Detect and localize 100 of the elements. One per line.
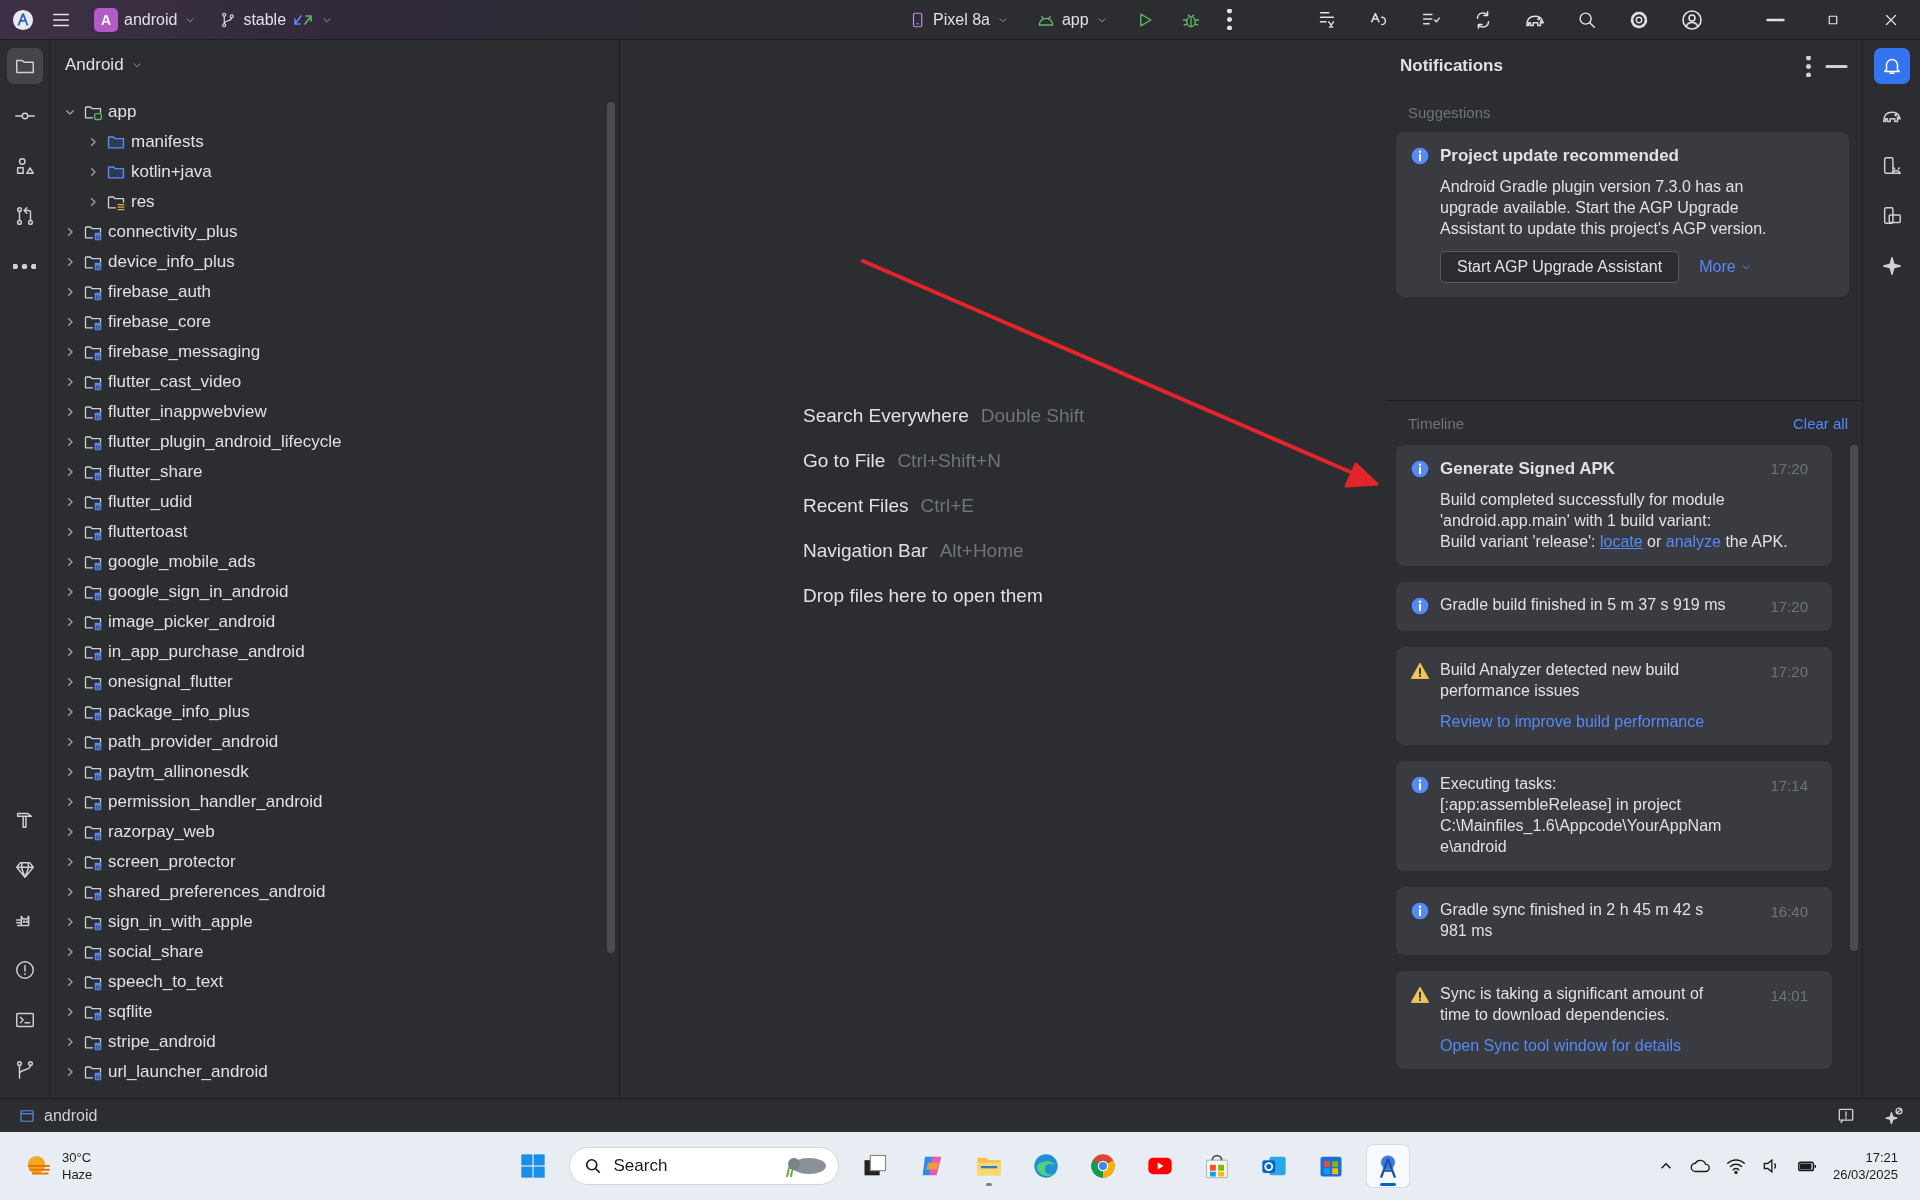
more-icon — [13, 263, 36, 269]
four-squares-icon — [518, 1152, 547, 1180]
options-button[interactable] — [1806, 55, 1811, 77]
notification-time: 17:20 — [1769, 662, 1808, 682]
account-icon — [1680, 7, 1704, 32]
taskbar-search-field[interactable]: Search — [568, 1147, 839, 1185]
exclamation-circle-icon — [13, 959, 36, 981]
scrollbar[interactable] — [1850, 445, 1858, 951]
tree-item[interactable]: fluttertoast — [108, 522, 188, 542]
run-configuration-selector[interactable]: app — [1029, 5, 1115, 34]
project-selector[interactable]: A android — [88, 3, 204, 36]
tree-item[interactable]: flutter_plugin_android_lifecycle — [108, 432, 342, 452]
wave-icon — [1031, 1152, 1060, 1180]
tree-item[interactable]: res — [131, 192, 155, 212]
notification-text: Gradle sync finished in 2 h 45 m 42 s 981 ms — [1440, 900, 1705, 941]
ai-status-button[interactable] — [1884, 1105, 1904, 1126]
tree-item[interactable]: flutter_share — [108, 462, 203, 482]
notification-text: Executing tasks: [:app:assembleRelease] in project C:\Mainfiles_1.6\Appcode\YourAppName\android — [1440, 774, 1723, 857]
notification-title: Project update recommended — [1440, 145, 1680, 167]
tree-item[interactable]: onesignal_flutter — [108, 672, 233, 692]
app-logo-icon — [12, 8, 34, 31]
folder-tool-button[interactable] — [6, 48, 43, 84]
status-project[interactable]: android — [44, 1106, 98, 1125]
weather-temperature: 30°C — [62, 1149, 93, 1166]
tree-item[interactable]: device_info_plus — [108, 252, 235, 272]
tree-item[interactable]: razorpay_web — [108, 822, 215, 842]
info-icon — [1410, 901, 1430, 921]
tree-item[interactable]: firebase_auth — [108, 282, 212, 302]
notification-time: 17:20 — [1769, 459, 1808, 479]
hint-action: Go to File — [803, 449, 886, 472]
notification-time: 17:14 — [1769, 776, 1808, 796]
running-indicator — [1379, 1183, 1396, 1186]
tree-item[interactable]: social_share — [108, 942, 204, 962]
tree-item[interactable]: speech_to_text — [108, 972, 224, 992]
taskbar-app-button[interactable] — [1366, 1145, 1409, 1187]
tree-item[interactable]: paytm_allinonesdk — [108, 762, 249, 782]
clear-all-link[interactable]: Clear all — [1792, 414, 1848, 432]
tree-item[interactable]: package_info_plus — [108, 702, 250, 722]
hint-action: Drop files here to open them — [803, 584, 1043, 607]
upgrade-assistant-button[interactable]: Start AGP Upgrade Assistant — [1440, 251, 1680, 283]
more-icon — [1806, 55, 1811, 77]
warning-icon — [1410, 985, 1430, 1005]
clock-time[interactable]: 17:21 — [1865, 1149, 1898, 1166]
tree-item[interactable]: connectivity_plus — [108, 222, 238, 242]
bell-tool-button[interactable] — [1873, 48, 1910, 84]
ring-icon — [1088, 1152, 1117, 1180]
hint-shortcut: Double Shift — [980, 404, 1085, 427]
tree-item[interactable]: firebase_core — [108, 312, 211, 332]
sparkle-icon — [1884, 1105, 1904, 1126]
tree-item[interactable]: app — [108, 102, 137, 122]
notification-text: Build variant 'release': locate or analyze the APK. — [1440, 532, 1789, 552]
tree-item[interactable]: image_picker_android — [108, 612, 276, 632]
hint-action: Recent Files — [803, 494, 909, 517]
notification-time: 16:40 — [1769, 902, 1808, 922]
hint-shortcut: Ctrl+Shift+N — [897, 449, 1001, 472]
info-icon — [1410, 596, 1430, 616]
notification-text: Android Gradle plugin version 7.3.0 has an upgrade available. Start the AGP Upgrade Assistant to update this project's AGP version. — [1440, 177, 1768, 239]
notification-text: Build completed successfully for module 'android.app.main' with 1 build variant: — [1440, 490, 1726, 531]
tree-item[interactable]: google_sign_in_android — [108, 582, 289, 602]
section-label: Suggestions — [1407, 102, 1492, 123]
tree-item[interactable]: screen_protector — [108, 852, 236, 872]
tree-item[interactable]: kotlin+java — [131, 162, 212, 182]
tree-item[interactable]: flutter_inappwebview — [108, 402, 267, 422]
hint-action: Search Everywhere — [803, 404, 969, 427]
more-icon — [1226, 9, 1232, 30]
tree-item[interactable]: in_app_purchase_android — [108, 642, 305, 662]
notification-text: Sync is taking a significant amount of time to download dependencies. — [1440, 984, 1705, 1025]
tree-item[interactable]: sqflite — [108, 1002, 153, 1022]
panel-title: Notifications — [1400, 56, 1504, 76]
weather-condition: Haze — [62, 1166, 93, 1183]
hint-shortcut: Alt+Home — [939, 539, 1024, 562]
tree-item[interactable]: path_provider_android — [108, 732, 279, 752]
branch-selector[interactable]: stable — [213, 6, 341, 33]
tree-item[interactable]: google_mobile_ads — [108, 552, 256, 572]
gem-icon — [13, 859, 36, 881]
hide-button[interactable] — [1825, 63, 1848, 69]
info-icon — [1410, 146, 1430, 166]
tree-item[interactable]: permission_handler_android — [108, 792, 323, 812]
tree-item[interactable]: flutter_cast_video — [108, 372, 242, 392]
device-selector[interactable]: Pixel 8a — [903, 6, 1016, 33]
project-view-selector[interactable]: Android — [65, 55, 144, 75]
tree-item[interactable]: manifests — [131, 132, 204, 152]
notification-text: Gradle build finished in 5 m 37 s 919 ms — [1440, 595, 1727, 615]
tree-item[interactable]: sign_in_with_apple — [108, 912, 253, 932]
tree-item[interactable]: firebase_messaging — [108, 342, 261, 362]
minimize-icon — [1825, 63, 1848, 69]
tree-item[interactable]: shared_preferences_android — [108, 882, 326, 902]
hint-shortcut: Ctrl+E — [920, 494, 974, 517]
info-icon — [1410, 775, 1430, 795]
incoming-outgoing-icon — [292, 12, 315, 27]
running-indicator — [985, 1183, 992, 1186]
notification-text: Build Analyzer detected new build performance issues — [1440, 660, 1681, 701]
tree-item[interactable]: stripe_android — [108, 1032, 216, 1052]
info-icon — [1410, 459, 1430, 479]
scrollbar[interactable] — [607, 102, 615, 953]
project-badge: A — [94, 7, 118, 32]
tree-item[interactable]: url_launcher_android — [108, 1062, 268, 1082]
tree-item[interactable]: flutter_udid — [108, 492, 193, 512]
clock-date[interactable]: 26/03/2025 — [1832, 1166, 1898, 1183]
hint-action: Navigation Bar — [803, 539, 928, 562]
